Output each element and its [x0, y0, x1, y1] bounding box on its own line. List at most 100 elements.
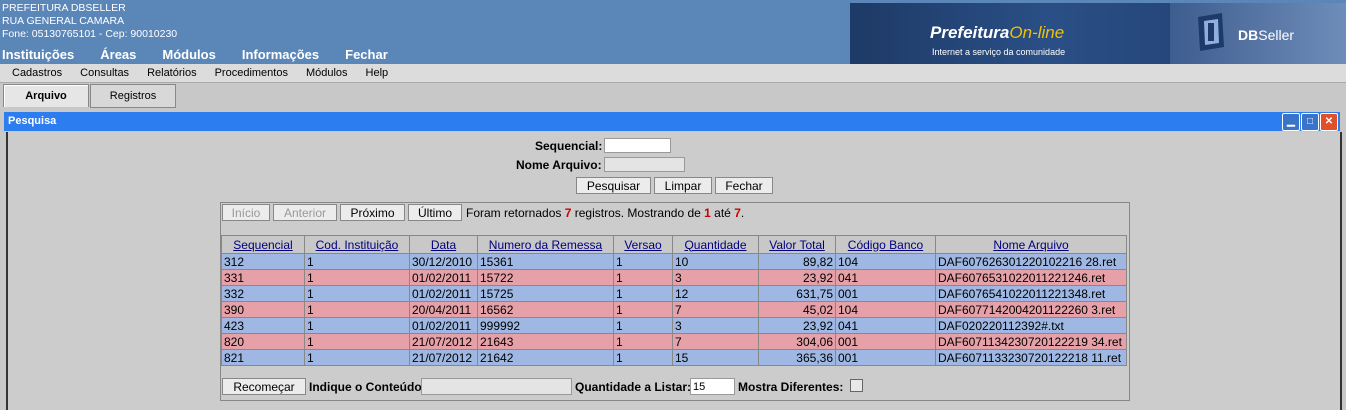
table-row[interactable]: 821 1 21/07/2012 21642 1 15 365,36 001 DAF607113… [221, 349, 1127, 366]
cell-versao: 1 [613, 349, 673, 366]
cell-quantidade: 7 [672, 301, 759, 318]
logo-text-prefeitura: Prefeitura [930, 23, 1010, 42]
cell-numero-remessa: 15725 [477, 285, 614, 302]
table-row[interactable]: 423 1 01/02/2011 999992 1 3 23,92 041 DAF0202201… [221, 317, 1127, 334]
cell-numero-remessa: 21643 [477, 333, 614, 350]
cell-cod-instituicao: 1 [304, 285, 410, 302]
indique-input[interactable] [421, 378, 572, 395]
submenu-cadastros[interactable]: Cadastros [12, 67, 62, 79]
quantidade-label: Quantidade a Listar: [575, 380, 692, 394]
cell-versao: 1 [613, 285, 673, 302]
cell-versao: 1 [613, 301, 673, 318]
col-valor-total[interactable]: Valor Total [758, 235, 836, 254]
close-icon[interactable]: ✕ [1320, 113, 1338, 131]
cell-quantidade: 7 [672, 333, 759, 350]
module-menu: Cadastros Consultas Relatórios Procedime… [0, 64, 1346, 83]
cell-data: 01/02/2011 [409, 317, 478, 334]
menu-instituicoes[interactable]: Instituições [2, 47, 74, 62]
logo-text-online: On-line [1009, 23, 1065, 42]
logo-text-seller: Seller [1258, 27, 1295, 43]
summary-text: registros. Mostrando de [571, 206, 705, 220]
menu-modulos[interactable]: Módulos [162, 47, 215, 62]
limpar-button[interactable]: Limpar [654, 177, 712, 194]
fechar-button[interactable]: Fechar [715, 177, 773, 194]
sequencial-label: Sequencial: [535, 139, 603, 153]
mostra-diferentes-label: Mostra Diferentes: [738, 380, 844, 394]
table-row[interactable]: 390 1 20/04/2011 16562 1 7 45,02 104 DAF60771420… [221, 301, 1127, 318]
cell-cod-instituicao: 1 [304, 349, 410, 366]
submenu-modulos[interactable]: Módulos [306, 67, 348, 79]
cell-cod-instituicao: 1 [304, 269, 410, 286]
tab-bar: Arquivo Registros [0, 83, 1346, 109]
table-row[interactable]: 332 1 01/02/2011 15725 1 12 631,75 001 DAF607654… [221, 285, 1127, 302]
nome-arquivo-input[interactable] [604, 157, 685, 172]
brand-tagline: Internet a serviço da comunidade [932, 47, 1066, 57]
cell-numero-remessa: 15361 [477, 253, 614, 270]
cell-valor-total: 23,92 [758, 317, 836, 334]
cell-data: 21/07/2012 [409, 349, 478, 366]
minimize-icon[interactable]: ▁ [1282, 113, 1300, 131]
cell-nome-arquivo: DAF020220112392#.txt [935, 317, 1127, 334]
search-window-titlebar: Pesquisa ▁ □ ✕ [4, 112, 1340, 131]
app-header: PREFEITURA DBSELLER RUA GENERAL CAMARA F… [0, 0, 1346, 64]
col-sequencial[interactable]: Sequencial [221, 235, 305, 254]
submenu-relatorios[interactable]: Relatórios [147, 67, 197, 79]
submenu-help[interactable]: Help [366, 67, 389, 79]
quantidade-input[interactable] [690, 378, 735, 395]
table-header-row: Sequencial Cod. Instituição Data Numero … [221, 235, 1127, 254]
table-row[interactable]: 312 1 30/12/2010 15361 1 10 89,82 104 DAF6076263… [221, 253, 1127, 270]
nome-arquivo-label: Nome Arquivo: [516, 158, 602, 172]
pesquisar-button[interactable]: Pesquisar [576, 177, 651, 194]
ultimo-button[interactable]: Último [408, 204, 462, 221]
cell-quantidade: 3 [672, 317, 759, 334]
indique-label: Indique o Conteúdo: [309, 380, 426, 394]
menu-informacoes[interactable]: Informações [242, 47, 319, 62]
col-numero-remessa[interactable]: Numero da Remessa [477, 235, 614, 254]
col-quantidade[interactable]: Quantidade [672, 235, 759, 254]
cell-nome-arquivo: DAF6071134230720122219 34.ret [935, 333, 1127, 350]
col-codigo-banco[interactable]: Código Banco [835, 235, 936, 254]
cell-nome-arquivo: DAF6076531022011221246.ret [935, 269, 1127, 286]
cell-valor-total: 23,92 [758, 269, 836, 286]
menu-areas[interactable]: Áreas [100, 47, 136, 62]
dbseller-logo-icon [1198, 13, 1224, 51]
col-cod-instituicao[interactable]: Cod. Instituição [304, 235, 410, 254]
dbseller-logo-area: DBSeller [1170, 3, 1346, 64]
tab-arquivo[interactable]: Arquivo [3, 84, 89, 107]
submenu-procedimentos[interactable]: Procedimentos [215, 67, 288, 79]
cell-data: 21/07/2012 [409, 333, 478, 350]
sequencial-input[interactable] [604, 138, 671, 153]
maximize-icon[interactable]: □ [1301, 113, 1319, 131]
cell-versao: 1 [613, 317, 673, 334]
mostra-diferentes-checkbox[interactable] [850, 379, 863, 392]
cell-data: 20/04/2011 [409, 301, 478, 318]
tab-registros[interactable]: Registros [90, 84, 176, 108]
cell-data: 01/02/2011 [409, 285, 478, 302]
main-menu: Instituições Áreas Módulos Informações F… [2, 47, 414, 62]
recomecar-button[interactable]: Recomeçar [222, 378, 306, 395]
table-row[interactable]: 331 1 01/02/2011 15722 1 3 23,92 041 DAF60765310… [221, 269, 1127, 286]
logo-text-db: DB [1238, 27, 1259, 43]
cell-data: 30/12/2010 [409, 253, 478, 270]
cell-nome-arquivo: DAF607626301220102216 28.ret [935, 253, 1127, 270]
cell-sequencial: 821 [221, 349, 305, 366]
anterior-button[interactable]: Anterior [273, 204, 337, 221]
col-data[interactable]: Data [409, 235, 478, 254]
institution-name: PREFEITURA DBSELLER [2, 2, 126, 14]
summary-from: 1 [704, 206, 711, 220]
col-nome-arquivo[interactable]: Nome Arquivo [935, 235, 1127, 254]
cell-nome-arquivo: DAF6071133230720122218 11.ret [935, 349, 1127, 366]
cell-versao: 1 [613, 269, 673, 286]
results-summary: Foram retornados 7 registros. Mostrando … [466, 206, 744, 220]
cell-cod-instituicao: 1 [304, 333, 410, 350]
submenu-consultas[interactable]: Consultas [80, 67, 129, 79]
proximo-button[interactable]: Próximo [340, 204, 405, 221]
inicio-button[interactable]: Início [222, 204, 270, 221]
cell-valor-total: 45,02 [758, 301, 836, 318]
menu-fechar[interactable]: Fechar [345, 47, 388, 62]
cell-cod-instituicao: 1 [304, 317, 410, 334]
col-versao[interactable]: Versao [613, 235, 673, 254]
cell-valor-total: 304,06 [758, 333, 836, 350]
table-row[interactable]: 820 1 21/07/2012 21643 1 7 304,06 001 DAF6071134… [221, 333, 1127, 350]
cell-numero-remessa: 999992 [477, 317, 614, 334]
